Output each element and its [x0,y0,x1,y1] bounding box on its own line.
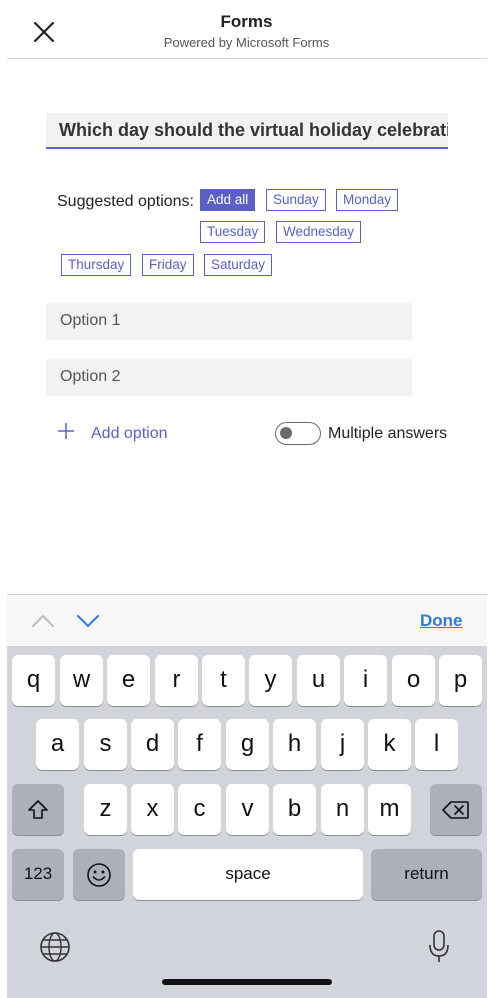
key-z[interactable]: z [84,784,127,835]
on-screen-keyboard: q w e r t y u i o p a s d f g h j k l z … [7,646,487,998]
app-header: Forms Powered by Microsoft Forms [0,0,493,58]
key-l[interactable]: l [415,719,458,770]
chevron-down-icon[interactable] [76,613,100,629]
suggested-options-label: Suggested options: [57,193,194,210]
globe-icon[interactable] [39,931,71,963]
suggestion-chip-saturday[interactable]: Saturday [204,254,273,276]
key-r[interactable]: r [155,655,198,706]
numbers-key[interactable]: 123 [12,849,64,900]
add-option-label: Add option [91,425,168,442]
option-input-2[interactable]: Option 2 [46,359,412,396]
key-s[interactable]: s [84,719,127,770]
shift-key[interactable] [12,784,64,835]
key-m[interactable]: m [368,784,411,835]
key-p[interactable]: p [439,655,482,706]
key-k[interactable]: k [368,719,411,770]
key-o[interactable]: o [392,655,435,706]
plus-icon [58,423,74,439]
page-title: Forms [220,12,273,31]
suggestion-chip-friday[interactable]: Friday [142,254,194,276]
key-g[interactable]: g [226,719,269,770]
suggestion-chip-tuesday[interactable]: Tuesday [200,221,266,243]
suggestion-chip-wednesday[interactable]: Wednesday [276,221,362,243]
key-c[interactable]: c [178,784,221,835]
emoji-icon [87,862,111,887]
key-x[interactable]: x [131,784,174,835]
done-button[interactable]: Done [420,611,463,631]
page-subtitle: Powered by Microsoft Forms [163,35,330,50]
key-v[interactable]: v [226,784,269,835]
question-text: Which day should the virtual holiday cel… [59,120,448,140]
question-input[interactable]: Which day should the virtual holiday cel… [46,113,448,149]
home-indicator [162,979,332,985]
add-all-button[interactable]: Add all [200,189,256,211]
key-w[interactable]: w [60,655,103,706]
option-placeholder-2: Option 2 [60,368,121,385]
key-h[interactable]: h [273,719,316,770]
key-q[interactable]: q [12,655,55,706]
suggestion-chip-monday[interactable]: Monday [336,189,399,211]
key-t[interactable]: t [202,655,245,706]
backspace-key[interactable] [430,784,482,835]
keyboard-accessory-bar: Done [7,594,487,647]
space-key[interactable]: space [133,849,363,900]
shift-icon [28,799,48,819]
chevron-up-icon[interactable] [31,613,55,629]
emoji-key[interactable] [73,849,125,900]
option-input-1[interactable]: Option 1 [46,303,412,340]
toggle-knob [280,427,292,439]
key-b[interactable]: b [273,784,316,835]
key-d[interactable]: d [131,719,174,770]
key-e[interactable]: e [107,655,150,706]
key-y[interactable]: y [249,655,292,706]
suggestion-chip-sunday[interactable]: Sunday [266,189,326,211]
multiple-answers-label: Multiple answers [328,425,448,442]
key-f[interactable]: f [178,719,221,770]
return-key[interactable]: return [371,849,482,900]
multiple-answers-toggle[interactable] [275,422,321,445]
option-placeholder-1: Option 1 [60,312,121,329]
header-divider [7,58,487,59]
key-a[interactable]: a [36,719,79,770]
key-j[interactable]: j [321,719,364,770]
key-u[interactable]: u [297,655,340,706]
key-n[interactable]: n [321,784,364,835]
backspace-icon [442,800,469,819]
suggestion-chip-thursday[interactable]: Thursday [61,254,132,276]
microphone-icon[interactable] [427,929,451,965]
key-i[interactable]: i [344,655,387,706]
